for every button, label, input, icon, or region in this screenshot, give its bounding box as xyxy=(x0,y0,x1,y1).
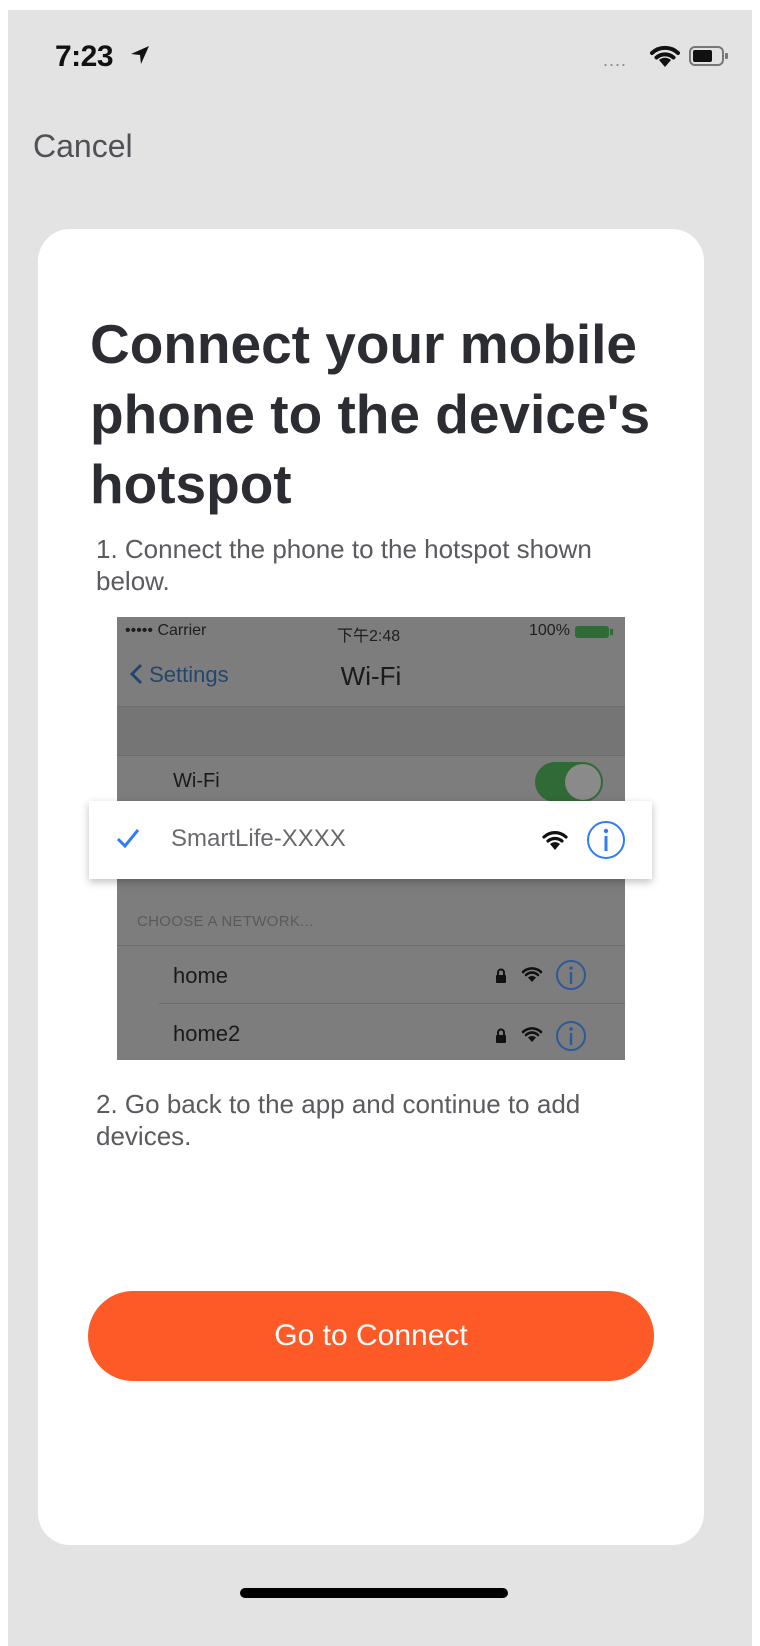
illustration-status-bar: ••••• Carrier 下午2:48 100% xyxy=(117,617,625,647)
app-screen: 7:23 .... Cancel Connect your mobile pho… xyxy=(8,10,752,1646)
illustration-nav-bar: Settings Wi-Fi xyxy=(117,647,625,707)
illustration-time: 下午2:48 xyxy=(337,628,401,645)
go-to-connect-button[interactable]: Go to Connect xyxy=(88,1291,654,1381)
info-icon xyxy=(587,821,625,859)
status-bar: 7:23 .... xyxy=(8,10,752,90)
illustration-battery-icon xyxy=(575,626,613,638)
wifi-settings-illustration: ••••• Carrier 下午2:48 100% Settings Wi-Fi… xyxy=(89,617,652,1061)
illustration-battery-text: 100% xyxy=(529,622,570,639)
location-arrow-icon xyxy=(131,46,149,64)
lock-icon xyxy=(496,968,506,983)
checkmark-icon xyxy=(116,829,140,849)
illustration-toggle-knob xyxy=(565,764,601,800)
network-name: home2 xyxy=(173,1021,241,1046)
cancel-button[interactable]: Cancel xyxy=(33,128,133,165)
illustration-carrier: ••••• Carrier xyxy=(125,622,207,639)
network-row: home xyxy=(117,945,625,1003)
illustration-wifi-toggle xyxy=(535,762,603,802)
illustration-wifi-toggle-row: Wi-Fi xyxy=(117,755,625,805)
selected-network-name: SmartLife-XXXX xyxy=(171,825,346,852)
signal-dots: .... xyxy=(603,50,628,70)
wifi-icon xyxy=(650,45,680,67)
illustration-nav-title: Wi-Fi xyxy=(340,661,402,691)
step-2-text: 2. Go back to the app and continue to ad… xyxy=(96,1089,581,1151)
info-icon xyxy=(556,960,586,990)
wifi-icon xyxy=(521,1027,543,1042)
illustration-wifi-label: Wi-Fi xyxy=(173,770,220,792)
step-1-text: 1. Connect the phone to the hotspot show… xyxy=(96,534,592,596)
network-name: home xyxy=(173,963,229,988)
network-row: home2 xyxy=(159,1003,625,1061)
page-title: Connect your mobile phone to the device'… xyxy=(90,313,651,515)
status-time: 7:23 xyxy=(55,40,114,73)
battery-icon xyxy=(689,46,728,66)
wifi-icon xyxy=(542,831,568,850)
instruction-card: Connect your mobile phone to the device'… xyxy=(38,229,704,1545)
lock-icon xyxy=(496,1028,506,1043)
home-indicator[interactable] xyxy=(240,1588,508,1598)
illustration-spacer xyxy=(117,707,625,755)
wifi-icon xyxy=(521,967,543,982)
info-icon xyxy=(556,1021,586,1051)
selected-network-row: SmartLife-XXXX xyxy=(89,801,652,879)
choose-network-header: CHOOSE A NETWORK... xyxy=(137,913,314,930)
